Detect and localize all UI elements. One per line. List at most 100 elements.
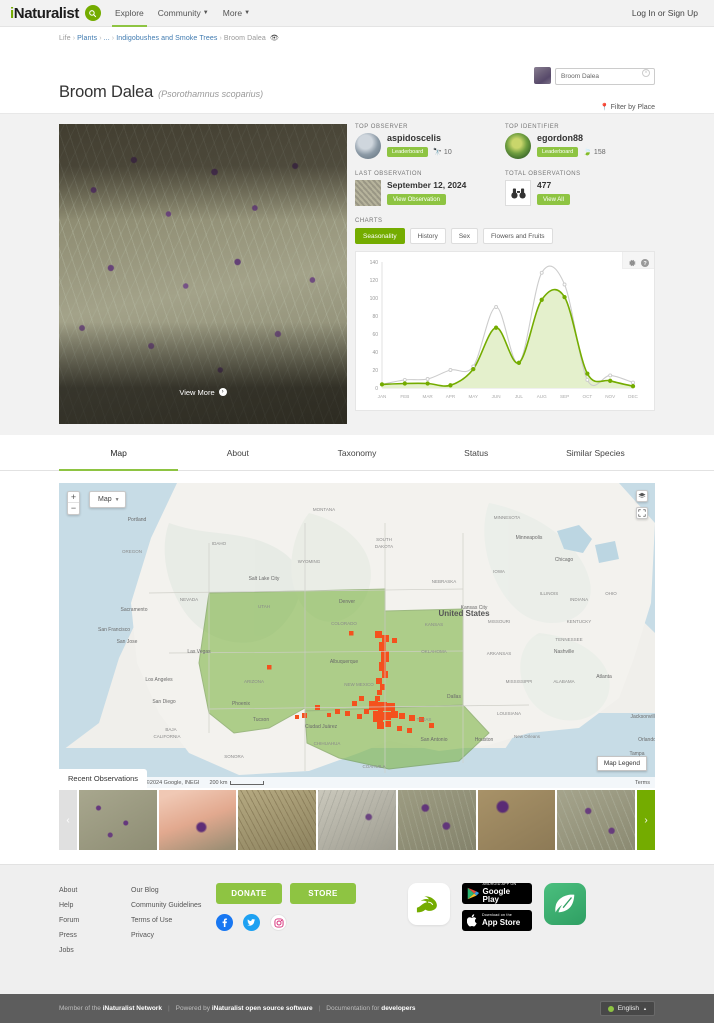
nav-item-community[interactable]: Community ▼ bbox=[158, 0, 209, 27]
filter-by-place-button[interactable]: 📍 Filter by Place bbox=[600, 103, 655, 111]
map-label: NEVADA bbox=[180, 597, 198, 602]
clear-icon[interactable]: × bbox=[642, 69, 650, 77]
tab-map[interactable]: Map bbox=[59, 435, 179, 471]
recent-observations-tab[interactable]: Recent Observations bbox=[59, 769, 148, 788]
top-identifier-username[interactable]: egordon88 bbox=[537, 133, 606, 144]
inaturalist-app-icon[interactable] bbox=[544, 883, 586, 925]
list-item[interactable] bbox=[557, 790, 636, 850]
footer-link-help[interactable]: Help bbox=[59, 898, 131, 913]
caret-up-icon: ▲ bbox=[643, 1006, 647, 1011]
footer-link-privacy[interactable]: Privacy bbox=[131, 928, 216, 943]
map-label: KENTUCKY bbox=[567, 619, 592, 624]
list-item[interactable] bbox=[238, 790, 317, 850]
svg-text:JUN: JUN bbox=[492, 394, 501, 399]
list-item[interactable] bbox=[79, 790, 157, 850]
top-observer-username[interactable]: aspidoscelis bbox=[387, 133, 452, 144]
map-label: Atlanta bbox=[596, 674, 612, 680]
tab-status[interactable]: Status bbox=[417, 435, 536, 470]
map-terms-link[interactable]: Terms bbox=[635, 780, 650, 786]
map-label: BAJA bbox=[165, 727, 176, 732]
map-legend-button[interactable]: Map Legend bbox=[596, 756, 647, 771]
search-thumbnail bbox=[534, 66, 551, 84]
chart-tab-sex[interactable]: Sex bbox=[450, 228, 479, 244]
list-item[interactable] bbox=[477, 790, 556, 850]
footer-column-2: Our Blog Community Guidelines Terms of U… bbox=[131, 883, 216, 943]
breadcrumb-sep: › bbox=[99, 35, 102, 42]
map-zoom-out-button[interactable]: − bbox=[68, 503, 79, 514]
tab-similar-species[interactable]: Similar Species bbox=[536, 435, 655, 470]
observation-map[interactable]: United States MONTANA MINNESOTA Minneapolis… bbox=[59, 483, 655, 788]
app-store-badge[interactable]: Download on the App Store bbox=[462, 910, 532, 931]
chart-tab-flowers-and-fruits[interactable]: Flowers and Fruits bbox=[483, 228, 553, 244]
chevron-down-icon: ▼ bbox=[114, 497, 120, 503]
charts-label: CHARTS bbox=[355, 218, 383, 224]
top-identifier-block: TOP IDENTIFIER egordon88 Leaderboard 🍃 15… bbox=[505, 124, 655, 159]
google-play-badge[interactable]: ANDROID APP ON Google Play bbox=[462, 883, 532, 904]
fullscreen-icon[interactable] bbox=[636, 507, 648, 519]
tab-taxonomy[interactable]: Taxonomy bbox=[297, 435, 416, 470]
breadcrumb-item-ellipsis[interactable]: ... bbox=[104, 35, 110, 42]
top-navigation-bar: iNaturalist Explore Community ▼ More ▼ Log… bbox=[0, 0, 714, 27]
svg-text:JUL: JUL bbox=[515, 394, 524, 399]
login-signup-link[interactable]: Log In or Sign Up bbox=[632, 8, 704, 18]
developers-link[interactable]: developers bbox=[381, 1005, 415, 1012]
layers-icon[interactable] bbox=[636, 490, 648, 502]
last-observation-thumbnail[interactable] bbox=[355, 180, 381, 206]
breadcrumb-row: Life › Plants ›... › Indigobushes and Smoke T… bbox=[0, 27, 714, 85]
documentation-text: Documentation for developers bbox=[326, 1005, 415, 1012]
seek-app-icon[interactable] bbox=[408, 883, 450, 925]
twitter-icon[interactable] bbox=[243, 914, 260, 931]
last-observation-date: September 12, 2024 bbox=[387, 180, 467, 190]
site-footer: About Help Forum Press Jobs Our Blog Com… bbox=[0, 864, 714, 994]
language-selector[interactable]: English ▲ bbox=[599, 1001, 655, 1016]
breadcrumb-item-plants[interactable]: Plants bbox=[77, 35, 97, 42]
map-scale: 200 km bbox=[209, 780, 265, 786]
footer-link-community-guidelines[interactable]: Community Guidelines bbox=[131, 898, 216, 913]
donate-button[interactable]: DONATE bbox=[216, 883, 282, 904]
view-more-button[interactable]: View More › bbox=[59, 360, 347, 424]
help-circle-icon[interactable]: ? bbox=[640, 255, 650, 267]
store-button[interactable]: STORE bbox=[290, 883, 356, 904]
avatar[interactable] bbox=[355, 133, 381, 159]
nav-item-more[interactable]: More ▼ bbox=[223, 0, 250, 27]
footer-link-forum[interactable]: Forum bbox=[59, 913, 131, 928]
inaturalist-network-link[interactable]: iNaturalist Network bbox=[103, 1005, 162, 1012]
eye-icon[interactable]: 👁 bbox=[270, 34, 279, 42]
taxon-photo-panel[interactable]: View More › bbox=[59, 124, 347, 424]
leaderboard-button[interactable]: Leaderboard bbox=[537, 147, 579, 157]
facebook-icon[interactable] bbox=[216, 914, 233, 931]
nav-item-explore[interactable]: Explore bbox=[111, 0, 147, 27]
instagram-icon[interactable] bbox=[270, 914, 287, 931]
footer-link-about[interactable]: About bbox=[59, 883, 131, 898]
site-logo[interactable]: iNaturalist bbox=[10, 5, 79, 22]
view-all-button[interactable]: View All bbox=[537, 194, 570, 205]
list-item[interactable] bbox=[397, 790, 476, 850]
chart-tab-seasonality[interactable]: Seasonality bbox=[355, 228, 405, 244]
breadcrumb-item-indigobushes[interactable]: Indigobushes and Smoke Trees bbox=[116, 35, 217, 42]
list-item[interactable] bbox=[318, 790, 396, 850]
footer-link-our-blog[interactable]: Our Blog bbox=[131, 883, 216, 898]
chevron-right-icon[interactable]: › bbox=[637, 790, 655, 850]
gear-icon[interactable] bbox=[627, 255, 637, 267]
avatar[interactable] bbox=[505, 133, 531, 159]
map-type-selector[interactable]: Map ▼ bbox=[89, 491, 126, 508]
open-source-software-link[interactable]: iNaturalist open source software bbox=[212, 1005, 313, 1012]
view-observation-button[interactable]: View Observation bbox=[387, 194, 446, 205]
footer-link-terms-of-use[interactable]: Terms of Use bbox=[131, 913, 216, 928]
tab-about[interactable]: About bbox=[178, 435, 297, 470]
footer-link-jobs[interactable]: Jobs bbox=[59, 943, 131, 958]
powered-prefix: Powered by bbox=[175, 1005, 212, 1012]
map-zoom-in-button[interactable]: + bbox=[68, 492, 79, 503]
nav-item-explore-label: Explore bbox=[114, 8, 144, 18]
list-item[interactable] bbox=[158, 790, 237, 850]
map-label: MISSISSIPPI bbox=[506, 679, 533, 684]
footer-link-press[interactable]: Press bbox=[59, 928, 131, 943]
social-links bbox=[216, 914, 396, 931]
search-icon[interactable] bbox=[84, 5, 101, 21]
chart-tab-history[interactable]: History bbox=[409, 228, 446, 244]
top-identifier-label: TOP IDENTIFIER bbox=[505, 124, 560, 130]
binoculars-icon: 🔭 bbox=[433, 149, 442, 156]
leaderboard-button[interactable]: Leaderboard bbox=[387, 147, 429, 157]
nav-item-more-label: More bbox=[222, 8, 243, 18]
chevron-left-icon[interactable]: ‹ bbox=[59, 790, 77, 850]
